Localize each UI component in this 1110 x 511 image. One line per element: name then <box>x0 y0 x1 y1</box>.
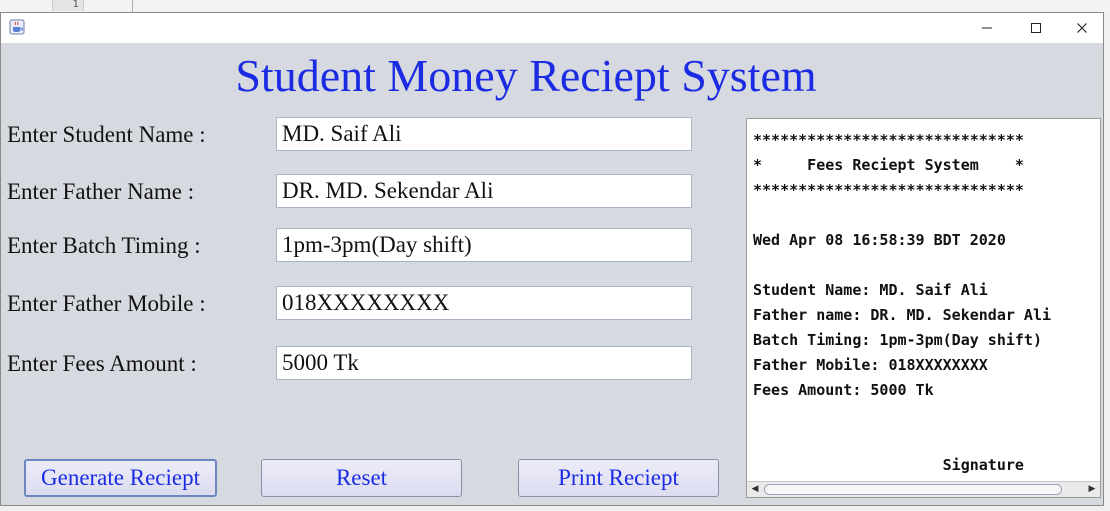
receipt-text-area[interactable]: ****************************** * Fees Re… <box>746 118 1101 498</box>
close-button[interactable] <box>1059 13 1105 43</box>
student-name-label: Enter Student Name : <box>7 122 206 147</box>
app-title: Student Money Reciept System <box>235 50 817 101</box>
father-name-label: Enter Father Name : <box>7 179 195 204</box>
generate-reciept-button[interactable]: Generate Reciept <box>24 459 217 497</box>
fees-amount-field[interactable]: 5000 Tk <box>276 346 692 380</box>
line-number-gutter: 1 <box>52 0 84 11</box>
horizontal-scrollbar[interactable]: ◀ ▶ <box>747 481 1100 497</box>
maximize-button[interactable] <box>1013 13 1059 43</box>
java-cup-icon <box>9 19 25 35</box>
fees-amount-label: Enter Fees Amount : <box>7 351 197 376</box>
reset-button[interactable]: Reset <box>261 459 462 497</box>
minimize-icon <box>982 27 992 29</box>
father-mobile-label: Enter Father Mobile : <box>7 291 206 316</box>
close-icon <box>1077 23 1087 33</box>
scroll-right-icon[interactable]: ▶ <box>1085 483 1099 496</box>
batch-timing-label: Enter Batch Timing : <box>7 233 201 258</box>
batch-timing-field[interactable]: 1pm-3pm(Day shift) <box>276 228 692 262</box>
background-ide-strip: 1 <box>0 0 1110 12</box>
app-window: Student Money Reciept System Enter Stude… <box>0 12 1104 506</box>
scroll-left-icon[interactable]: ◀ <box>748 483 762 496</box>
print-reciept-button[interactable]: Print Reciept <box>518 459 719 497</box>
editor-divider <box>132 0 133 12</box>
receipt-text: ****************************** * Fees Re… <box>753 131 1052 474</box>
father-mobile-field[interactable]: 018XXXXXXXX <box>276 286 692 320</box>
maximize-icon <box>1031 23 1041 33</box>
minimize-button[interactable] <box>964 13 1010 43</box>
father-name-field[interactable]: DR. MD. Sekendar Ali <box>276 174 692 208</box>
student-name-field[interactable]: MD. Saif Ali <box>276 117 692 151</box>
scrollbar-thumb[interactable] <box>764 484 1062 495</box>
title-bar[interactable] <box>1 13 1103 43</box>
